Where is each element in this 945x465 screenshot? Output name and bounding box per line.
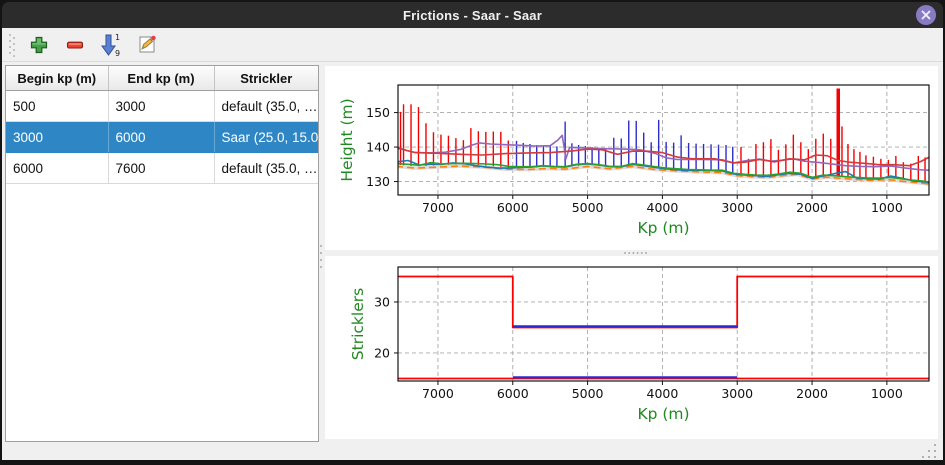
titlebar[interactable]: Frictions - Saar - Saar (2, 2, 943, 28)
y-axis-label: Height (m) (338, 98, 356, 181)
table-cell[interactable]: 500 (6, 91, 108, 122)
toolbar: 1 9 (2, 28, 943, 62)
close-button[interactable] (916, 5, 936, 25)
column-header[interactable]: Strickler (214, 66, 318, 91)
svg-text:6000: 6000 (497, 386, 529, 401)
table-cell[interactable]: default (35.0, … (214, 153, 318, 184)
svg-text:5000: 5000 (572, 386, 604, 401)
svg-text:1000: 1000 (871, 386, 903, 401)
x-axis-label: Kp (m) (637, 405, 689, 423)
remove-row-button[interactable] (62, 32, 88, 58)
svg-text:140: 140 (366, 140, 390, 155)
window: Frictions - Saar - Saar (0, 0, 945, 465)
table-row[interactable]: 5003000default (35.0, … (6, 91, 318, 122)
svg-text:7000: 7000 (422, 386, 454, 401)
close-icon (920, 9, 932, 21)
svg-text:2000: 2000 (796, 386, 828, 401)
table-cell[interactable]: 6000 (6, 153, 108, 184)
window-content: 1 9 Begin kp (m)End kp (m)Strickler 5003… (2, 28, 943, 460)
table-cell[interactable]: Saar (25.0, 15.0) (214, 122, 318, 153)
edit-icon (136, 34, 158, 56)
svg-text:6000: 6000 (497, 200, 529, 215)
table-cell[interactable]: default (35.0, … (214, 91, 318, 122)
column-header[interactable]: Begin kp (m) (6, 66, 108, 91)
svg-text:3000: 3000 (721, 386, 753, 401)
table-row[interactable]: 60007600default (35.0, … (6, 153, 318, 184)
frictions-data-table: Begin kp (m)End kp (m)Strickler 5003000d… (6, 66, 318, 184)
sort-last-label: 9 (115, 49, 120, 57)
svg-text:150: 150 (366, 105, 390, 120)
sort-1-9-icon: 1 9 (100, 33, 122, 57)
svg-text:130: 130 (366, 174, 390, 189)
add-row-button[interactable] (26, 32, 52, 58)
table-cell[interactable]: 6000 (108, 122, 214, 153)
svg-text:7000: 7000 (422, 200, 454, 215)
table-cell[interactable]: 3000 (6, 122, 108, 153)
sort-first-label: 1 (115, 33, 120, 42)
svg-text:5000: 5000 (572, 200, 604, 215)
charts-figure: 7000 6000 5000 4000 3000 2000 1000 130 140 150 Kp … (323, 63, 941, 442)
table-cell[interactable]: 7600 (108, 153, 214, 184)
frictions-table: Begin kp (m)End kp (m)Strickler 5003000d… (5, 65, 319, 442)
window-title: Frictions - Saar - Saar (403, 8, 542, 23)
svg-text:4000: 4000 (647, 200, 679, 215)
sort-button[interactable]: 1 9 (98, 32, 124, 58)
table-cell[interactable]: 3000 (108, 91, 214, 122)
edit-friction-button[interactable] (134, 32, 160, 58)
svg-text:30: 30 (374, 294, 390, 309)
y-axis-label: Stricklers (349, 288, 367, 360)
toolbar-drag-handle[interactable] (8, 32, 16, 58)
svg-text:3000: 3000 (721, 200, 753, 215)
column-header[interactable]: End kp (m) (108, 66, 214, 91)
table-header: Begin kp (m)End kp (m)Strickler (6, 66, 318, 91)
svg-text:2000: 2000 (796, 200, 828, 215)
charts-panel: 7000 6000 5000 4000 3000 2000 1000 130 140 150 Kp … (323, 63, 941, 442)
minus-icon (65, 35, 85, 55)
resize-grip[interactable] (920, 442, 938, 458)
svg-text:4000: 4000 (647, 386, 679, 401)
svg-text:20: 20 (374, 345, 390, 360)
x-axis-label: Kp (m) (637, 219, 689, 237)
plus-icon (29, 35, 49, 55)
table-row[interactable]: 30006000Saar (25.0, 15.0) (6, 122, 318, 153)
svg-text:1000: 1000 (871, 200, 903, 215)
